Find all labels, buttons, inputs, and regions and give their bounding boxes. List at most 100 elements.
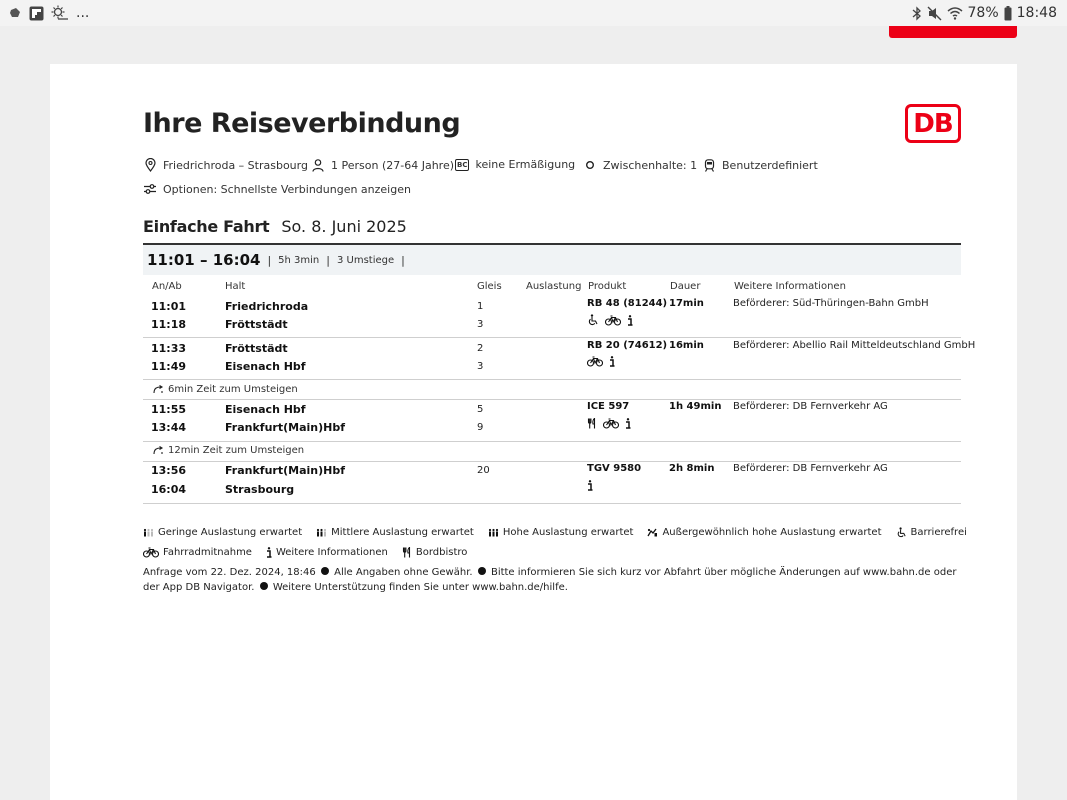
departure-track: 20: [477, 465, 490, 476]
itinerary-page: Ihre Reiseverbindung DB Friedrichroda – …: [50, 64, 1017, 800]
column-header-time: An/Ab: [152, 281, 182, 292]
route-text: Friedrichroda – Strasbourg: [163, 158, 308, 172]
transfer-time: 12min Zeit zum Umsteigen: [168, 445, 305, 456]
notification-dot-icon: [8, 6, 22, 20]
legend-bike: Fahrradmitnahme: [143, 547, 252, 558]
location-pin-icon: [143, 158, 157, 172]
occupancy-medium-icon: [316, 528, 327, 537]
leg-duration: 16min: [669, 340, 704, 351]
connection-time: 11:01 – 16:04: [147, 251, 261, 269]
leg-duration: 1h 49min: [669, 401, 722, 412]
legend-very-high-occupancy: Außergewöhnlich hohe Auslastung erwartet: [647, 527, 882, 538]
profile-info: Benutzerdefiniert: [702, 158, 818, 172]
product-features: [587, 480, 593, 491]
occupancy-high-icon: [488, 528, 499, 537]
row-divider: [143, 399, 961, 400]
info-icon: [587, 480, 593, 491]
departure-track: 5: [477, 404, 484, 415]
departure-track: 2: [477, 343, 484, 354]
person-icon: [311, 158, 325, 172]
options-text: Optionen: Schnellste Verbindungen anzeig…: [163, 182, 411, 196]
legend-accessible: Barrierefrei: [896, 527, 967, 538]
legend-bistro-label: Bordbistro: [415, 547, 468, 558]
column-header-product: Produkt: [588, 281, 627, 292]
arrival-time: 13:44: [151, 421, 187, 434]
clock: 18:48: [1016, 5, 1057, 21]
legend-high-occupancy: Hohe Auslastung erwartet: [488, 527, 634, 538]
departure-time: 11:55: [151, 403, 187, 416]
weather-icon: [51, 5, 69, 21]
bullet-icon: [320, 567, 329, 575]
column-header-duration: Dauer: [670, 281, 701, 292]
legend-row: Fahrradmitnahme Weitere Informationen Bo…: [143, 547, 481, 558]
departure-track: 1: [477, 301, 484, 312]
row-divider: [143, 441, 961, 442]
departure-time: 11:33: [151, 342, 187, 355]
row-divider: [143, 379, 961, 380]
operator-info: Beförderer: Süd-Thüringen-Bahn GmbH: [733, 298, 929, 309]
bicycle-icon: [605, 314, 621, 326]
help-text: Weitere Unterstützung finden Sie unter w…: [272, 582, 568, 593]
legend-bistro: Bordbistro: [402, 547, 468, 558]
transfer-note: 6min Zeit zum Umsteigen: [153, 384, 298, 395]
departure-stop: Fröttstädt: [225, 342, 288, 355]
options-row: Optionen: Schnellste Verbindungen anzeig…: [143, 182, 411, 196]
arrival-track: 9: [477, 422, 484, 433]
legend-low-occupancy: Geringe Auslastung erwartet: [143, 527, 302, 538]
trip-type: Einfache Fahrt: [143, 217, 270, 236]
bistro-icon: [402, 547, 412, 558]
departure-stop: Frankfurt(Main)Hbf: [225, 464, 345, 477]
info-icon: [266, 547, 272, 558]
route-info: Friedrichroda – Strasbourg: [143, 158, 308, 172]
legend-accessible-label: Barrierefrei: [910, 527, 967, 538]
status-bar-right: 78% 18:48: [912, 5, 1057, 21]
arrival-track: 3: [477, 319, 484, 330]
product-features: [587, 356, 615, 367]
traveller-info: 1 Person (27-64 Jahre): [311, 158, 454, 172]
discount-info: BC keine Ermäßigung: [455, 158, 575, 171]
bullet-icon: [477, 567, 486, 575]
status-bar: ... 78% 18:48: [0, 0, 1067, 26]
stop-circle-icon: [583, 158, 597, 172]
arrival-time: 11:49: [151, 360, 187, 373]
leg-duration: 17min: [669, 298, 704, 309]
disclaimer: Anfrage vom 22. Dez. 2024, 18:46 Alle An…: [143, 565, 961, 595]
column-header-occupancy: Auslastung: [526, 281, 582, 292]
wheelchair-icon: [896, 527, 907, 538]
occupancy-very-high-icon: [647, 528, 658, 537]
arrival-stop: Fröttstädt: [225, 318, 288, 331]
product-name: RB 48 (81244): [587, 298, 668, 309]
wifi-icon: [947, 6, 963, 20]
red-header-tab: [889, 26, 1017, 38]
legend-info-label: Weitere Informationen: [275, 547, 388, 558]
trip-date: So. 8. Juni 2025: [281, 217, 407, 236]
stops-text: Zwischenhalte: 1: [603, 158, 698, 172]
arrival-time: 11:18: [151, 318, 187, 331]
separator: |: [267, 253, 272, 267]
bicycle-icon: [587, 356, 603, 367]
mute-icon: [927, 6, 942, 21]
operator-info: Beförderer: DB Fernverkehr AG: [733, 401, 888, 412]
leg-duration: 2h 8min: [669, 463, 715, 474]
operator-info: Beförderer: DB Fernverkehr AG: [733, 463, 888, 474]
bicycle-icon: [603, 418, 619, 429]
traveller-text: 1 Person (27-64 Jahre): [331, 158, 455, 172]
legend-row: Geringe Auslastung erwartet Mittlere Aus…: [143, 527, 981, 538]
departure-stop: Eisenach Hbf: [225, 403, 306, 416]
request-date: Anfrage vom 22. Dez. 2024, 18:46: [143, 567, 316, 578]
legend-low-label: Geringe Auslastung erwartet: [158, 527, 303, 538]
connection-transfers: 3 Umstiege: [336, 254, 395, 266]
operator-info: Beförderer: Abellio Rail Mitteldeutschla…: [733, 340, 976, 351]
trip-header: Einfache Fahrt So. 8. Juni 2025: [143, 217, 407, 236]
wheelchair-icon: [587, 314, 599, 326]
more-notifications: ...: [76, 5, 90, 21]
legend-medium-label: Mittlere Auslastung erwartet: [331, 527, 474, 538]
arrival-stop: Strasbourg: [225, 483, 295, 496]
battery-icon: [1004, 5, 1012, 21]
column-header-info: Weitere Informationen: [734, 281, 846, 292]
search-summary: Friedrichroda – Strasbourg 1 Person (27-…: [143, 158, 961, 174]
separator: |: [326, 253, 330, 267]
legend-high-label: Hohe Auslastung erwartet: [502, 527, 634, 538]
connection-duration: 5h 3min: [278, 254, 320, 266]
bahncard-icon: BC: [455, 158, 470, 171]
